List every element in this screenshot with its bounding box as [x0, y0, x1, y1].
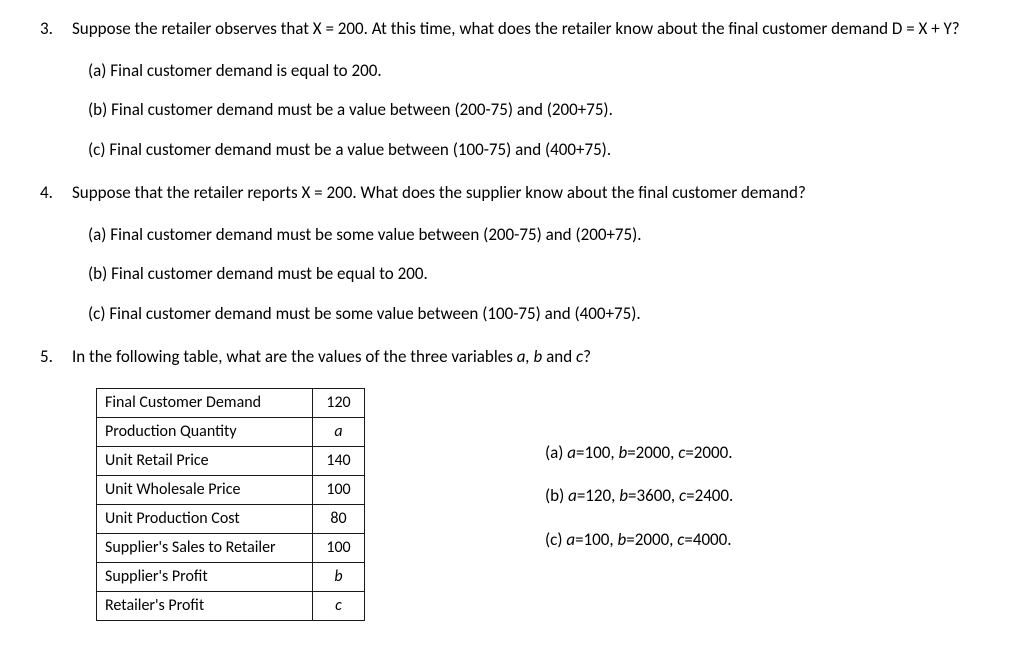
cell-label: Unit Retail Price: [97, 446, 313, 475]
var-a: a: [566, 529, 575, 550]
question-3-option-c: (c) Final customer demand must be a valu…: [88, 137, 984, 163]
table-row: Supplier's Sales to Retailer100: [97, 533, 365, 562]
q5-table: Final Customer Demand120 Production Quan…: [96, 388, 365, 621]
opt-label: (a): [545, 442, 567, 463]
cell-label: Unit Production Cost: [97, 504, 313, 533]
var-b: b: [619, 485, 628, 506]
eq-c: =2400.: [686, 485, 733, 506]
question-5: 5. In the following table, what are the …: [40, 344, 984, 621]
q5-vars-ab: a, b: [517, 346, 543, 367]
cell-label: Supplier's Profit: [97, 562, 313, 591]
cell-value: 120: [313, 388, 365, 417]
question-4-option-c: (c) Final customer demand must be some v…: [88, 301, 984, 327]
table-row: Retailer's Profitc: [97, 591, 365, 620]
table-row: Final Customer Demand120: [97, 388, 365, 417]
cell-label: Production Quantity: [97, 417, 313, 446]
question-4-text: Suppose that the retailer reports X = 20…: [72, 180, 984, 206]
question-3-option-a: (a) Final customer demand is equal to 20…: [88, 58, 984, 84]
cell-label: Retailer's Profit: [97, 591, 313, 620]
cell-value: 80: [313, 504, 365, 533]
q5-text-mid: and: [542, 346, 576, 367]
cell-value: 100: [313, 533, 365, 562]
question-4-option-b: (b) Final customer demand must be equal …: [88, 261, 984, 287]
table-row: Unit Production Cost80: [97, 504, 365, 533]
var-b: b: [618, 442, 627, 463]
q5-text-post: ?: [583, 346, 591, 367]
question-3-number: 3.: [40, 16, 72, 42]
var-a: a: [567, 442, 576, 463]
var-a: a: [568, 485, 577, 506]
cell-value: 100: [313, 475, 365, 504]
question-3: 3. Suppose the retailer observes that X …: [40, 16, 984, 162]
opt-label: (b): [545, 485, 568, 506]
eq-a: =100,: [575, 529, 617, 550]
cell-label: Supplier's Sales to Retailer: [97, 533, 313, 562]
table-row: Production Quantitya: [97, 417, 365, 446]
q5-var-c: c: [576, 346, 583, 367]
question-4-option-a: (a) Final customer demand must be some v…: [88, 222, 984, 248]
eq-c: =4000.: [684, 529, 731, 550]
question-3-option-b: (b) Final customer demand must be a valu…: [88, 97, 984, 123]
eq-b: =2000,: [627, 442, 678, 463]
eq-a: =100,: [576, 442, 618, 463]
question-4: 4. Suppose that the retailer reports X =…: [40, 180, 984, 326]
cell-value: c: [313, 591, 365, 620]
question-3-text: Suppose the retailer observes that X = 2…: [72, 16, 984, 42]
q5-text-pre: In the following table, what are the val…: [72, 346, 517, 367]
cell-label: Unit Wholesale Price: [97, 475, 313, 504]
question-5-number: 5.: [40, 344, 72, 370]
eq-b: =2000,: [626, 529, 677, 550]
cell-value: b: [313, 562, 365, 591]
table-row: Unit Retail Price140: [97, 446, 365, 475]
var-b: b: [618, 529, 627, 550]
eq-b: =3600,: [628, 485, 679, 506]
question-5-text: In the following table, what are the val…: [72, 344, 984, 370]
cell-value: a: [313, 417, 365, 446]
cell-label: Final Customer Demand: [97, 388, 313, 417]
question-4-number: 4.: [40, 180, 72, 206]
question-5-option-a: (a) a=100, b=2000, c=2000.: [545, 440, 733, 466]
question-5-option-b: (b) a=120, b=3600, c=2400.: [545, 483, 733, 509]
table-row: Supplier's Profitb: [97, 562, 365, 591]
eq-c: =2000.: [685, 442, 732, 463]
table-row: Unit Wholesale Price100: [97, 475, 365, 504]
cell-value: 140: [313, 446, 365, 475]
question-5-option-c: (c) a=100, b=2000, c=4000.: [545, 527, 733, 553]
eq-a: =120,: [577, 485, 619, 506]
opt-label: (c): [545, 529, 566, 550]
